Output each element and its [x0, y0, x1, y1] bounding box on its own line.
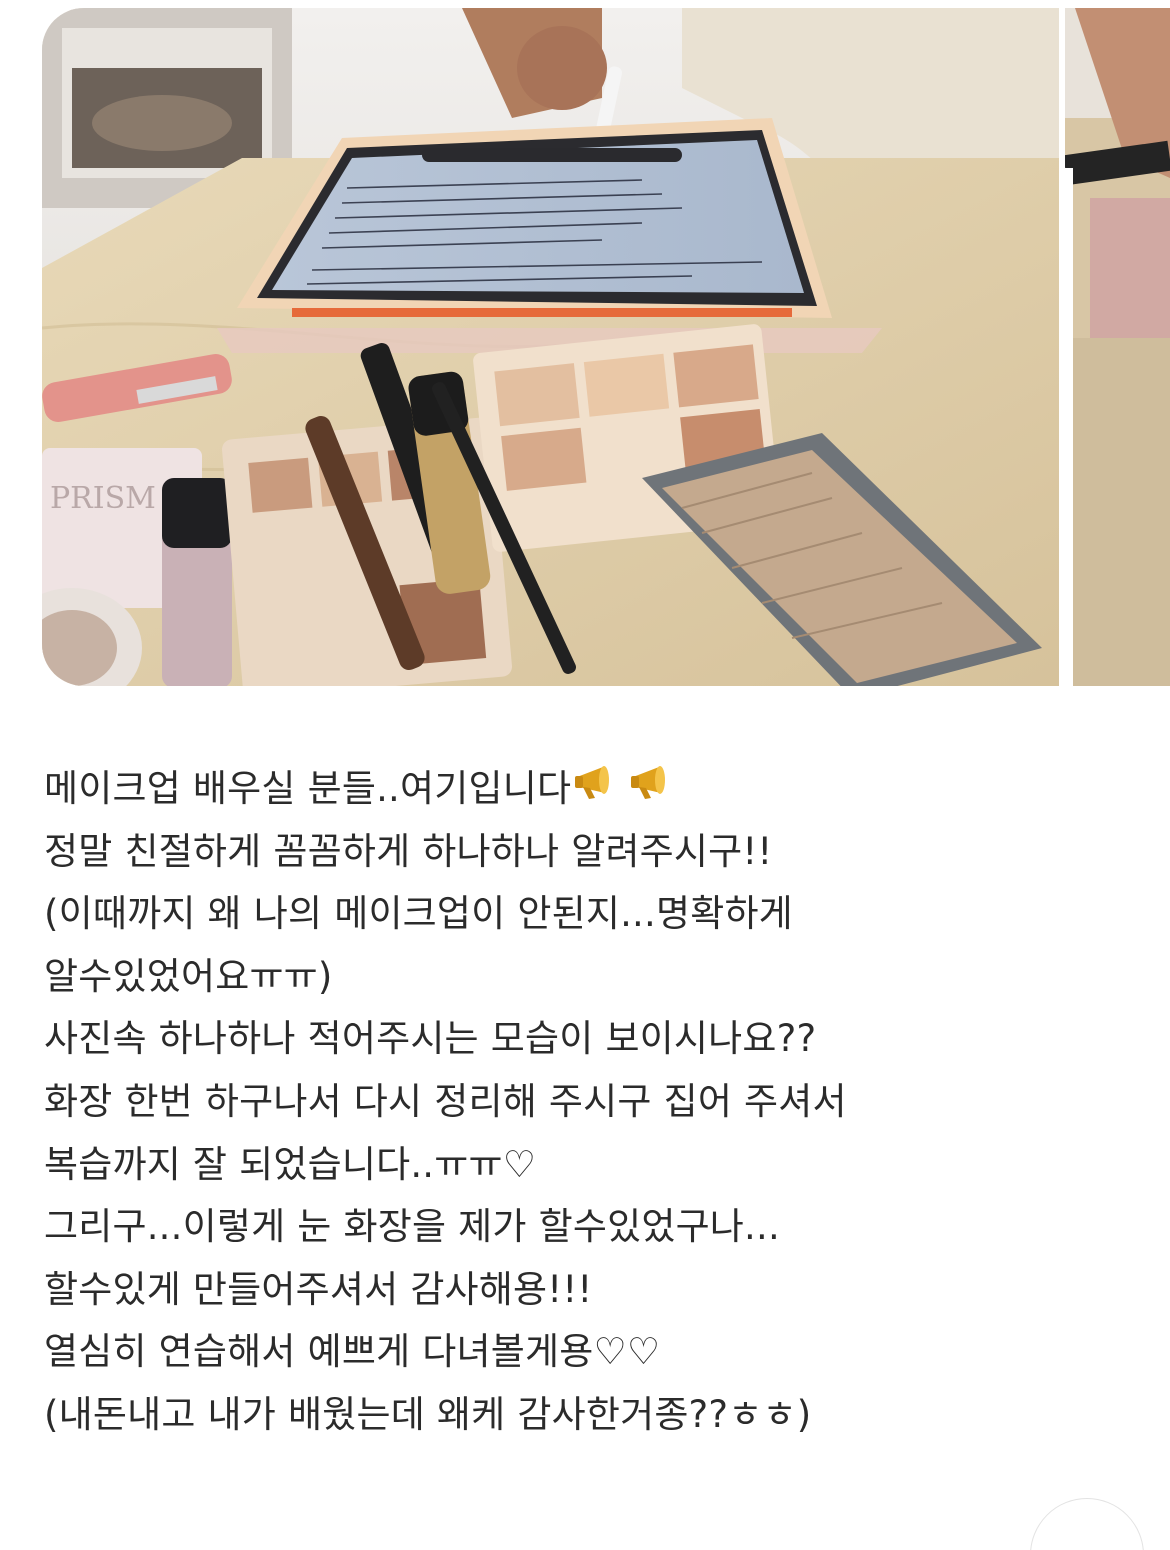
post-line: 할수있게 만들어주셔서 감사해용!!!	[44, 1267, 593, 1311]
svg-text:PRISM: PRISM	[50, 481, 156, 516]
post-line: 열심히 연습해서 예쁘게 다녀볼게용♡♡	[44, 1330, 661, 1374]
photo-carousel[interactable]: PRISM	[42, 8, 1170, 686]
post-line: 화장 한번 하구나서 다시 정리해 주시구 집어 주셔서	[44, 1079, 847, 1123]
post-line: 알수있었어요ㅠㅠ)	[44, 954, 333, 998]
post-detail-page: PRISM 메이크업 배우실 분들..여기입니다 정말 친절하게 꼼꼼하게 하나…	[0, 0, 1170, 1550]
makeup-class-photo[interactable]: PRISM	[42, 8, 1059, 686]
post-body: 메이크업 배우실 분들..여기입니다 정말 친절하게 꼼꼼하게 하나하나 알려주…	[44, 758, 1134, 1447]
post-line: (내돈내고 내가 배웠는데 왜케 감사한거종??ㅎㅎ)	[44, 1392, 812, 1436]
post-line: 복습까지 잘 되었습니다..ㅠㅠ♡	[44, 1142, 537, 1186]
post-line: 사진속 하나하나 적어주시는 모습이 보이시나요??	[44, 1017, 817, 1061]
post-line: (이때까지 왜 나의 메이크업이 안된지...명확하게	[44, 892, 793, 936]
megaphone-icon	[573, 762, 627, 825]
floating-action-button[interactable]	[1030, 1498, 1144, 1550]
megaphone-icon	[629, 762, 683, 825]
post-line-text: 메이크업 배우실 분들..여기입니다	[44, 767, 572, 810]
post-line: 그리구...이렇게 눈 화장을 제가 할수있었구나...	[44, 1205, 780, 1249]
post-line: 정말 친절하게 꼼꼼하게 하나하나 알려주시구!!	[44, 829, 773, 873]
post-line: 메이크업 배우실 분들..여기입니다	[44, 758, 1134, 821]
next-photo-preview[interactable]	[1065, 8, 1170, 686]
